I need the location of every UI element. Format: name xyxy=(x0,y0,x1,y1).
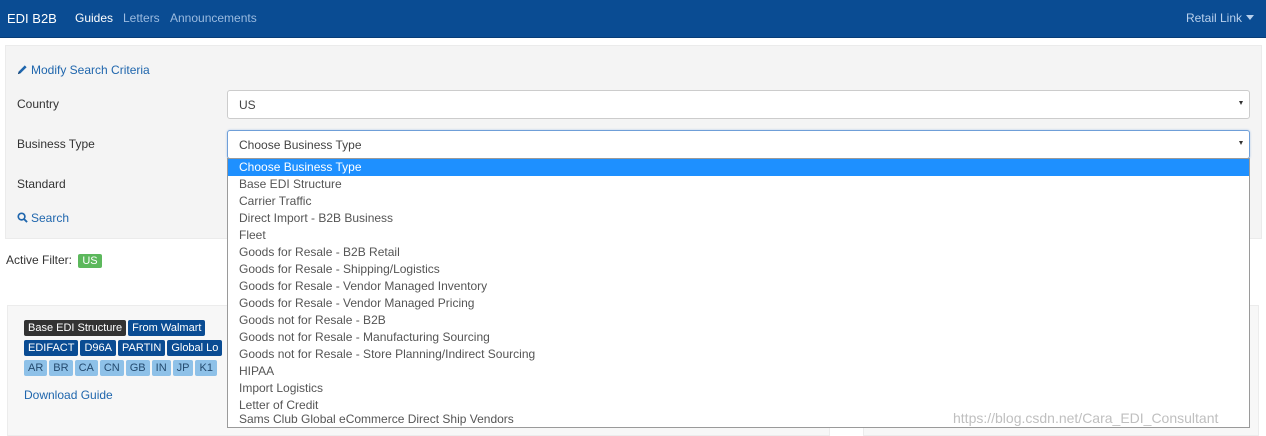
search-button[interactable]: Search xyxy=(17,211,69,225)
tag[interactable]: CN xyxy=(99,360,124,376)
nav-guides[interactable]: Guides xyxy=(75,11,113,25)
pencil-icon xyxy=(17,65,27,75)
search-icon xyxy=(17,212,28,223)
dropdown-option[interactable]: Direct Import - B2B Business xyxy=(228,210,1249,227)
modify-search-link[interactable]: Modify Search Criteria xyxy=(17,63,150,77)
tag[interactable]: BR xyxy=(49,360,73,376)
tag[interactable]: Base EDI Structure xyxy=(24,320,127,336)
select-arrow-icon xyxy=(1239,101,1243,105)
tag[interactable]: PARTIN xyxy=(117,340,166,356)
tag-row-type: Base EDI Structure From Walmart xyxy=(24,320,207,336)
active-filter: Active Filter: US xyxy=(6,253,102,268)
dropdown-option[interactable]: Goods not for Resale - Manufacturing Sou… xyxy=(228,329,1249,346)
nav-announcements[interactable]: Announcements xyxy=(170,11,257,25)
dropdown-option[interactable]: HIPAA xyxy=(228,363,1249,380)
tag[interactable]: From Walmart xyxy=(128,320,206,336)
dropdown-option[interactable]: Goods for Resale - Shipping/Logistics xyxy=(228,261,1249,278)
dropdown-option[interactable]: Fleet xyxy=(228,227,1249,244)
dropdown-option[interactable]: Goods for Resale - Vendor Managed Pricin… xyxy=(228,295,1249,312)
dropdown-option[interactable]: Goods not for Resale - B2B xyxy=(228,312,1249,329)
country-select[interactable]: US xyxy=(227,90,1250,119)
watermark: https://blog.csdn.net/Cara_EDI_Consultan… xyxy=(953,410,1219,426)
tag[interactable]: CA xyxy=(74,360,98,376)
tag[interactable]: D96A xyxy=(80,340,116,356)
business-type-select[interactable]: Choose Business Type xyxy=(227,130,1250,159)
business-type-label: Business Type xyxy=(17,137,95,151)
top-navbar: EDI B2B Guides Letters Announcements Ret… xyxy=(0,0,1266,38)
tag[interactable]: GB xyxy=(125,360,150,376)
filter-badge-us[interactable]: US xyxy=(78,254,102,268)
dropdown-option[interactable]: Goods not for Resale - Store Planning/In… xyxy=(228,346,1249,363)
dropdown-option[interactable]: Base EDI Structure xyxy=(228,176,1249,193)
nav-letters[interactable]: Letters xyxy=(123,11,160,25)
retail-link-label: Retail Link xyxy=(1185,11,1242,25)
tag[interactable]: JP xyxy=(172,360,194,376)
standard-label: Standard xyxy=(17,177,66,191)
tag-row-countries: AR BR CA CN GB IN JP K1 xyxy=(24,360,219,376)
business-type-value: Choose Business Type xyxy=(239,138,362,152)
dropdown-option[interactable]: Goods for Resale - Vendor Managed Invent… xyxy=(228,278,1249,295)
tag[interactable]: EDIFACT xyxy=(24,340,79,356)
search-label: Search xyxy=(31,211,70,225)
select-arrow-icon xyxy=(1239,141,1243,145)
tag[interactable]: AR xyxy=(24,360,48,376)
tag[interactable]: Global Lo xyxy=(167,340,223,356)
brand-title[interactable]: EDI B2B xyxy=(7,11,57,26)
retail-link-menu[interactable]: Retail Link xyxy=(1186,11,1254,25)
active-filter-label: Active Filter: xyxy=(6,253,73,267)
country-value: US xyxy=(239,98,256,112)
dropdown-option[interactable]: Choose Business Type xyxy=(228,159,1249,176)
dropdown-option[interactable]: Carrier Traffic xyxy=(228,193,1249,210)
tag[interactable]: IN xyxy=(151,360,171,376)
dropdown-option[interactable]: Import Logistics xyxy=(228,380,1249,397)
tag-row-standard: EDIFACT D96A PARTIN Global Lo xyxy=(24,340,224,356)
country-label: Country xyxy=(17,97,60,111)
tag[interactable]: K1 xyxy=(195,360,217,376)
dropdown-option[interactable]: Goods for Resale - B2B Retail xyxy=(228,244,1249,261)
download-guide-link[interactable]: Download Guide xyxy=(24,388,113,402)
chevron-down-icon xyxy=(1246,15,1254,20)
business-type-dropdown: Choose Business Type Base EDI Structure … xyxy=(227,158,1250,428)
modify-search-label: Modify Search Criteria xyxy=(31,63,150,77)
